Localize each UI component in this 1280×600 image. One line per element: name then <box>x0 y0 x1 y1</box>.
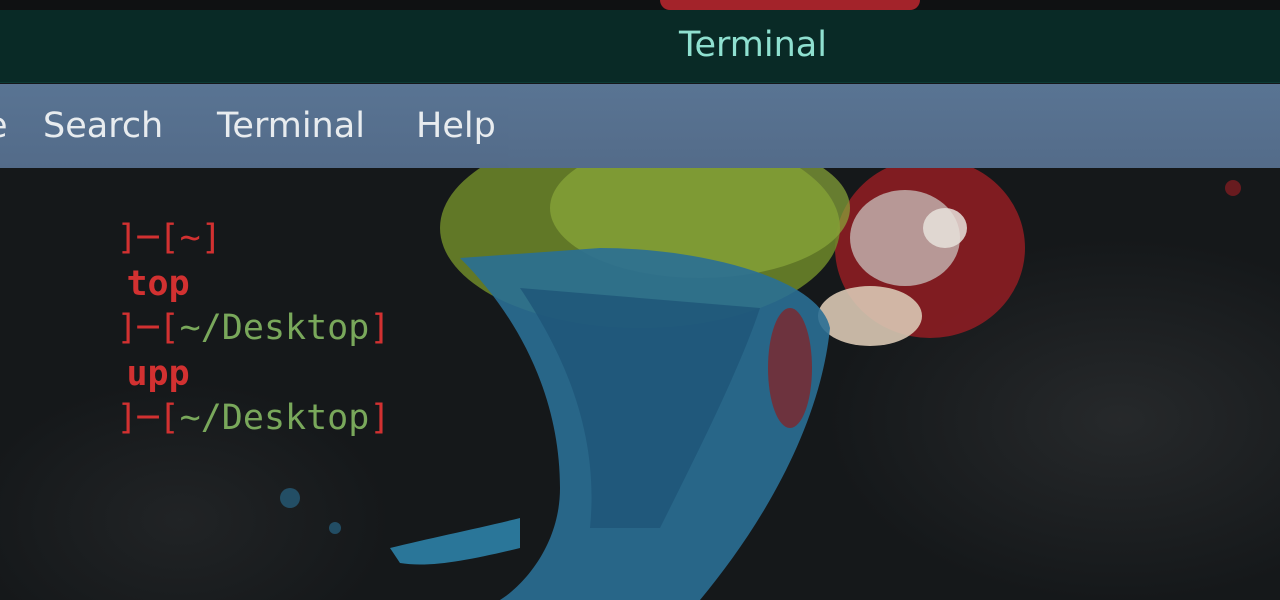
terminal-line: upp <box>0 308 189 394</box>
wallpaper-red-patch <box>660 0 920 10</box>
window-titlebar[interactable]: Terminal <box>0 10 1280 83</box>
menu-item-search[interactable]: Search <box>43 84 163 168</box>
prompt-path: ~/Desktop <box>179 308 370 348</box>
prompt-bracket: ] <box>369 308 391 348</box>
prompt-path: ~/Desktop <box>179 398 370 438</box>
screen: Terminal e Search Terminal Help <box>0 0 1280 600</box>
terminal-body[interactable]: ]─[~] top ]─[~/Desktop] upp ]─[~/Desktop… <box>0 168 1280 600</box>
menu-item-terminal[interactable]: Terminal <box>217 84 365 168</box>
menubar: e Search Terminal Help <box>0 84 1280 168</box>
terminal-line: ]─[~/Desktop] <box>0 352 390 438</box>
window-title: Terminal <box>679 25 827 65</box>
desktop-top-strip <box>0 0 1280 10</box>
terminal-line: ]─[~] <box>0 172 221 258</box>
terminal-line: ]─[~/Desktop] <box>0 262 390 348</box>
terminal-line: top <box>0 218 189 304</box>
prompt-bracket: ]─[ <box>116 398 180 438</box>
prompt-bracket: ] <box>200 218 222 258</box>
prompt-bracket: ] <box>369 398 391 438</box>
menu-item-edit-partial[interactable]: e <box>0 84 8 168</box>
menu-item-help[interactable]: Help <box>416 84 496 168</box>
